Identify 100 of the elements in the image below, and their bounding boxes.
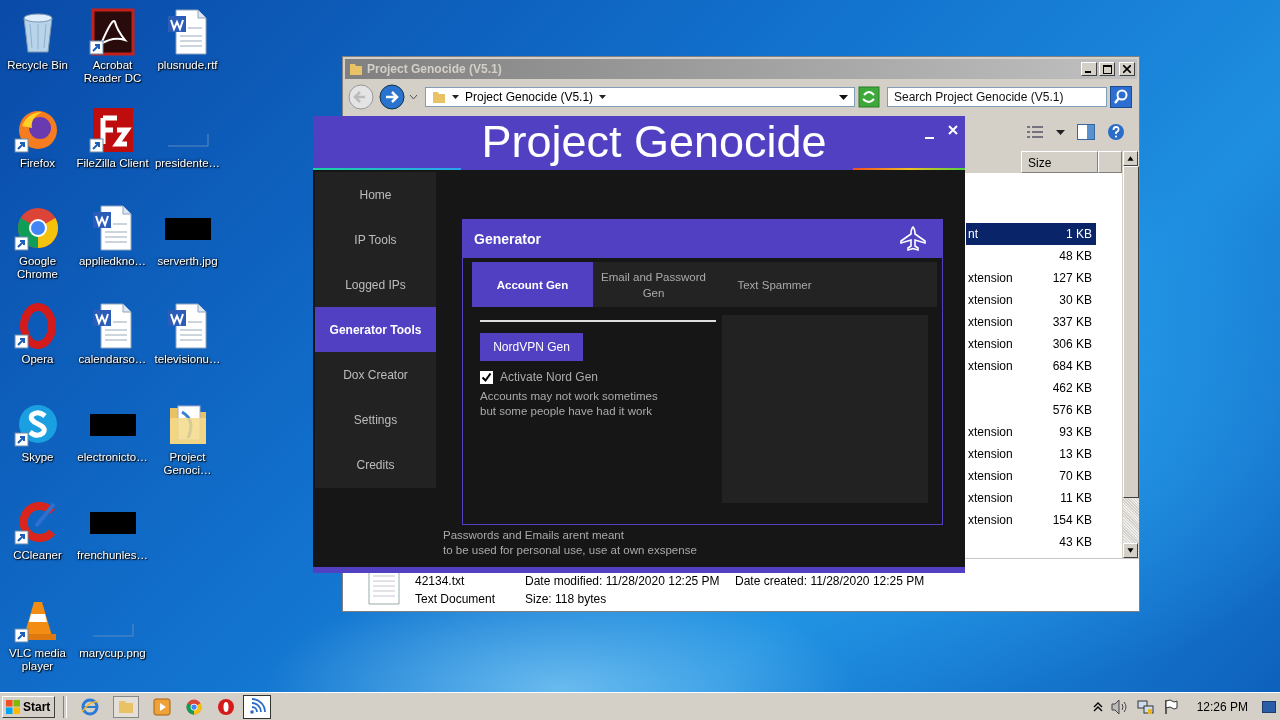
close-button[interactable] — [947, 124, 959, 136]
sidebar-item[interactable]: IP Tools — [315, 217, 436, 262]
browser-icon[interactable] — [185, 697, 204, 716]
table-cell-text: 93 KB — [1059, 425, 1093, 439]
file-row[interactable]: 576 KB — [966, 399, 1096, 421]
file-row[interactable]: xtension 127 KB — [966, 267, 1096, 289]
file-row[interactable]: 48 KB — [966, 245, 1096, 267]
tab[interactable]: Text Spammer — [714, 262, 835, 307]
checkbox-label: Activate Nord Gen — [500, 370, 599, 384]
tab[interactable]: Email and Password Gen — [593, 262, 714, 307]
help-icon[interactable] — [1107, 123, 1125, 141]
media-player-icon[interactable] — [153, 697, 172, 716]
clock[interactable]: 12:26 PM — [1196, 699, 1248, 714]
maximize-button[interactable] — [1099, 62, 1115, 76]
disclaimer-text: Passwords and Emails arent meant to be used for personal use, use at own exspense — [443, 528, 698, 558]
scroll-down-button[interactable] — [1123, 543, 1138, 558]
address-text: Project Genocide (V5.1) — [465, 90, 594, 104]
chevron-up-icon[interactable] — [1092, 700, 1103, 713]
caret-icon[interactable] — [1056, 129, 1065, 135]
ring-icon[interactable] — [217, 697, 236, 716]
table-cell-text: 48 KB — [1059, 249, 1093, 263]
checkbox[interactable] — [480, 370, 493, 384]
table-cell: xtension — [968, 425, 1013, 439]
file-row[interactable]: xtension 684 KB — [966, 355, 1096, 377]
icon-label: plusnude.rtf — [156, 59, 219, 72]
icon-label: presidente… — [153, 157, 222, 170]
maximize-icon — [1102, 64, 1112, 74]
scrollbar-thumb[interactable] — [1123, 166, 1139, 498]
file-row[interactable]: 462 KB — [966, 377, 1096, 399]
icon-label: frenchunles… — [76, 549, 149, 562]
folder-icon — [349, 62, 363, 76]
scrollbar[interactable] — [1122, 151, 1139, 558]
tab[interactable]: Account Gen — [472, 262, 593, 307]
minimize-button[interactable] — [1081, 62, 1097, 76]
file-row[interactable]: xtension 70 KB — [966, 465, 1096, 487]
sidebar-item[interactable]: Logged IPs — [315, 262, 436, 307]
table-cell: xtension — [968, 359, 1013, 373]
address-bar[interactable]: Project Genocide (V5.1) — [425, 87, 855, 107]
file-row[interactable]: xtension 11 KB — [966, 487, 1096, 509]
search-field[interactable]: Search Project Genocide (V5.1) — [887, 87, 1107, 107]
sidebar-item[interactable]: Credits — [315, 442, 436, 487]
table-cell-text: 1 KB — [1066, 227, 1093, 241]
network-icon[interactable] — [1136, 698, 1155, 715]
table-cell: xtension — [968, 271, 1013, 285]
sidebar-item[interactable]: Home — [315, 172, 436, 217]
sidebar-item[interactable]: Dox Creator — [315, 352, 436, 397]
table-cell-text: 43 KB — [1059, 535, 1093, 549]
icon-label: VLC media player — [8, 647, 67, 673]
date-modified: Date modified: 11/28/2020 12:25 PM — [525, 574, 721, 588]
column-header[interactable] — [1098, 151, 1122, 173]
start-button[interactable]: Start — [2, 695, 56, 718]
minimize-icon — [924, 137, 934, 139]
network-feed-icon[interactable] — [243, 694, 272, 719]
start-logo-icon — [5, 698, 21, 715]
sidebar-item[interactable]: Generator Tools — [315, 307, 436, 352]
table-cell: xtension — [968, 337, 1013, 351]
table-cell-text: 70 KB — [1059, 469, 1093, 483]
airplane-icon — [900, 226, 926, 252]
table-cell-text: 576 KB — [1052, 403, 1093, 417]
table-cell: xtension — [968, 293, 1013, 307]
icon-label: electronicto… — [76, 451, 149, 464]
scroll-up-button[interactable] — [1123, 151, 1138, 166]
file-row[interactable]: nt 1 KB — [966, 223, 1096, 245]
table-cell-text: 30 KB — [1059, 293, 1093, 307]
generate-button[interactable]: NordVPN Gen — [480, 333, 583, 361]
icon-label: Firefox — [18, 157, 57, 170]
show-desktop-icon[interactable] — [1262, 699, 1276, 714]
file-row[interactable]: xtension 93 KB — [966, 421, 1096, 443]
close-button[interactable] — [1119, 62, 1135, 76]
table-cell-text: 306 KB — [1052, 337, 1093, 351]
file-row[interactable]: 43 KB — [966, 531, 1096, 553]
search-icon[interactable] — [1110, 86, 1132, 108]
column-header[interactable]: Size — [1021, 151, 1098, 173]
icon-label: FileZilla Client — [75, 157, 150, 170]
flag-icon[interactable] — [1162, 698, 1179, 715]
folder-icon[interactable] — [113, 695, 140, 718]
file-row[interactable]: xtension 337 KB — [966, 311, 1096, 333]
table-cell-text: 11 KB — [1060, 491, 1093, 505]
table-cell: xtension — [968, 469, 1013, 483]
table-cell: xtension — [968, 491, 1013, 505]
file-row[interactable]: xtension 30 KB — [966, 289, 1096, 311]
icon-label: Project Genoci… — [162, 451, 213, 477]
folder-icon — [432, 90, 446, 104]
icon-label: Google Chrome — [16, 255, 59, 281]
file-row[interactable]: xtension 306 KB — [966, 333, 1096, 355]
refresh-button[interactable] — [858, 86, 880, 108]
icon-label: Opera — [20, 353, 55, 366]
icon-label: CCleaner — [12, 549, 63, 562]
table-cell-text: 337 KB — [1052, 315, 1093, 329]
file-row[interactable]: xtension 154 KB — [966, 509, 1096, 531]
dropdown-icon[interactable] — [839, 94, 848, 100]
file-row[interactable]: xtension 13 KB — [966, 443, 1096, 465]
sidebar-item[interactable]: Settings — [315, 397, 436, 442]
pdf-icon[interactable] — [88, 8, 137, 56]
forward-button[interactable] — [378, 83, 406, 111]
view-options-icon[interactable] — [1026, 125, 1044, 139]
globe-icon[interactable] — [81, 697, 100, 716]
speaker-icon[interactable] — [1110, 698, 1129, 715]
caret-icon — [599, 95, 607, 99]
preview-pane-icon[interactable] — [1077, 124, 1095, 140]
